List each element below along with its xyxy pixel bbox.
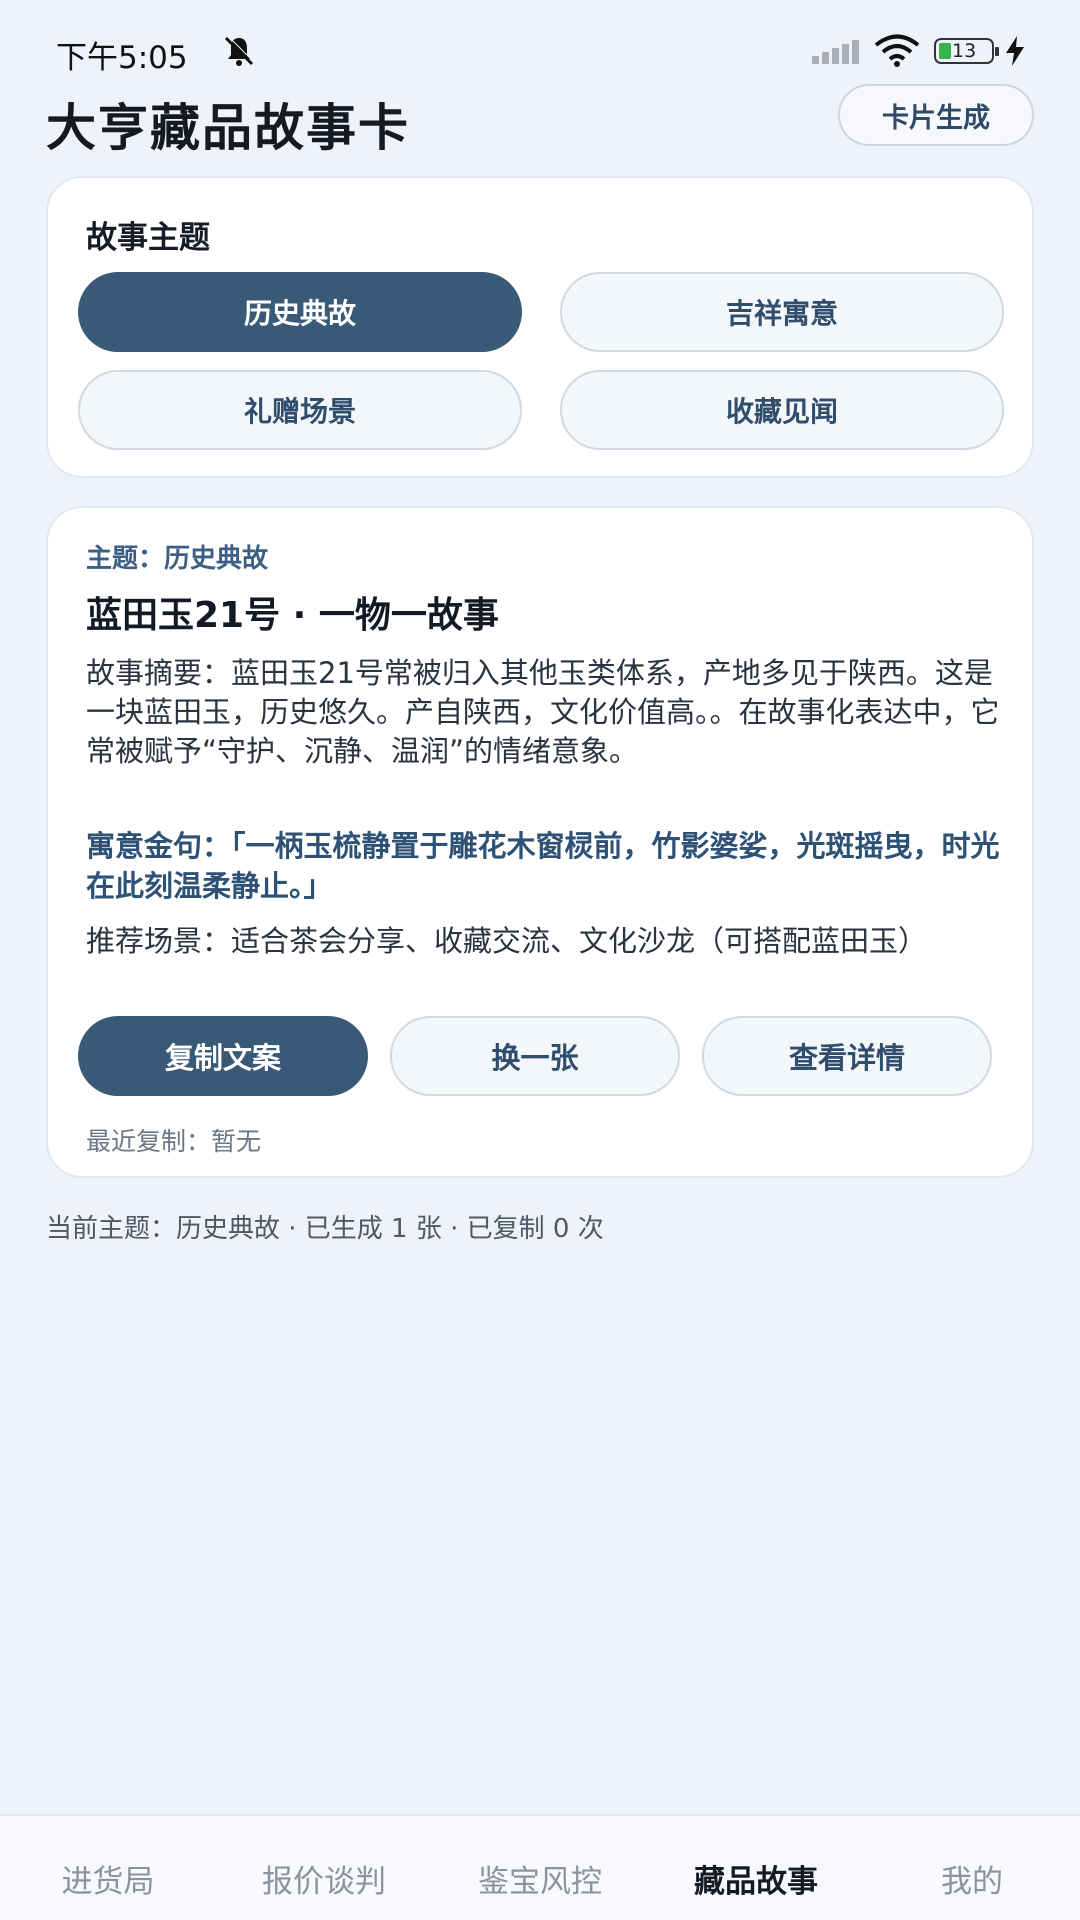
theme-section-title: 故事主题: [86, 220, 210, 256]
nav-item-purchase[interactable]: 进货局: [0, 1856, 216, 1901]
theme-chip-history[interactable]: 历史典故: [78, 272, 522, 352]
card-generate-button[interactable]: 卡片生成: [838, 84, 1034, 146]
bottom-nav: 进货局 报价谈判 鉴宝风控 藏品故事 我的: [0, 1814, 1080, 1920]
nav-item-quote[interactable]: 报价谈判: [216, 1856, 432, 1901]
page-title: 大亨藏品故事卡: [46, 99, 410, 157]
theme-chip-auspicious[interactable]: 吉祥寓意: [560, 272, 1004, 352]
story-quote: 寓意金句：「一柄玉梳静置于雕花木窗棂前，竹影婆娑，光斑摇曳，时光在此刻温柔静止。…: [86, 829, 1000, 903]
next-card-button[interactable]: 换一张: [390, 1016, 680, 1096]
nav-item-me[interactable]: 我的: [864, 1856, 1080, 1901]
nav-item-appraisal[interactable]: 鉴宝风控: [432, 1856, 648, 1901]
theme-chip-gift[interactable]: 礼赠场景: [78, 370, 522, 450]
signal-icon: [812, 40, 859, 64]
story-summary: 故事摘要：蓝田玉21号常被归入其他玉类体系，产地多见于陕西。这是一块蓝田玉，历史…: [86, 656, 1000, 768]
story-scene: 推荐场景：适合茶会分享、收藏交流、文化沙龙（可搭配蓝田玉）: [86, 924, 928, 958]
last-copy-status: 最近复制：暂无: [86, 1127, 262, 1156]
story-card: 主题：历史典故 蓝田玉21号 · 一物一故事 故事摘要：蓝田玉21号常被归入其他…: [46, 506, 1034, 1178]
story-theme-label: 主题：历史典故: [86, 544, 269, 574]
notification-mute-icon: [224, 35, 255, 66]
battery-icon: 13: [934, 38, 999, 64]
view-detail-button[interactable]: 查看详情: [702, 1016, 992, 1096]
stats-summary: 当前主题：历史典故 · 已生成 1 张 · 已复制 0 次: [46, 1214, 604, 1244]
charging-icon: [1006, 36, 1024, 66]
wifi-icon: [874, 34, 920, 67]
screen: 下午5:05 13 大亨藏品故事卡 卡片生成 故事主题 历史典故 吉祥寓意 礼赠…: [0, 0, 1080, 1920]
copy-text-button[interactable]: 复制文案: [78, 1016, 368, 1096]
status-time: 下午5:05: [56, 40, 188, 76]
theme-card: 故事主题 历史典故 吉祥寓意 礼赠场景 收藏见闻: [46, 176, 1034, 478]
battery-level: 13: [952, 40, 977, 62]
nav-item-stories[interactable]: 藏品故事: [648, 1856, 864, 1901]
story-title: 蓝田玉21号 · 一物一故事: [86, 595, 499, 636]
theme-chip-collecting[interactable]: 收藏见闻: [560, 370, 1004, 450]
